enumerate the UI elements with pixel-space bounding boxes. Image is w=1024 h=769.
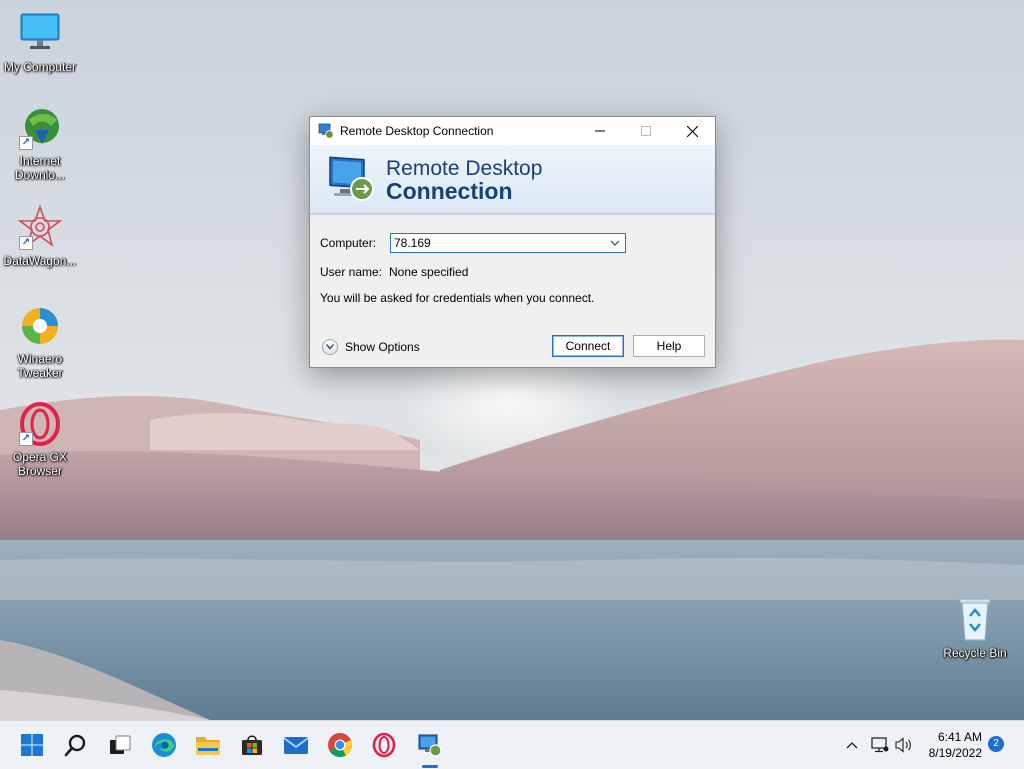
minimize-icon xyxy=(595,130,605,132)
mail-icon xyxy=(283,737,309,754)
username-value: None specified xyxy=(389,265,469,279)
desktop-icon-recycle-bin[interactable]: Recycle Bin xyxy=(935,596,1015,660)
datawagon-icon: ↗ xyxy=(15,204,65,252)
desktop-icon-label: Internet Downlo... xyxy=(14,154,66,182)
clock-date: 8/19/2022 xyxy=(928,746,982,760)
clock-time: 6:41 AM xyxy=(937,730,982,744)
shortcut-arrow-icon: ↗ xyxy=(19,432,33,446)
remote-desktop-dialog: Remote Desktop Connection Remote Desktop… xyxy=(309,116,716,368)
search-button[interactable] xyxy=(60,729,92,761)
opera-gx-icon: ↗ xyxy=(15,400,65,448)
task-view-icon xyxy=(110,735,131,754)
opera-gx-button[interactable] xyxy=(368,729,400,761)
notification-badge[interactable]: 2 xyxy=(988,736,1004,752)
edge-button[interactable] xyxy=(148,729,180,761)
maximize-button xyxy=(623,117,669,145)
computer-input[interactable] xyxy=(391,234,604,252)
expand-circle-icon xyxy=(322,339,338,355)
show-options-toggle[interactable]: Show Options xyxy=(322,339,420,355)
chrome-icon xyxy=(328,733,353,758)
desktop-icon-my-computer[interactable]: My Computer xyxy=(0,10,80,74)
network-button[interactable] xyxy=(870,735,890,755)
chevron-up-icon xyxy=(846,742,858,749)
desktop-icon-label: Recycle Bin xyxy=(943,646,1007,660)
taskbar: 6:41 AM 8/19/2022 xyxy=(0,720,1024,769)
mail-button[interactable] xyxy=(280,729,312,761)
remote-desktop-icon xyxy=(418,734,442,757)
desktop-icon-datawagon[interactable]: ↗ DataWagon... xyxy=(0,204,80,268)
dialog-titlebar[interactable]: Remote Desktop Connection xyxy=(310,117,715,145)
edge-icon xyxy=(152,733,176,757)
taskbar-clock[interactable]: 6:41 AM 8/19/2022 xyxy=(929,729,982,761)
desktop-icon-label: Opera GX Browser xyxy=(12,450,68,478)
close-icon xyxy=(686,125,698,137)
remote-desktop-logo-icon xyxy=(329,156,374,201)
start-button[interactable] xyxy=(16,729,48,761)
show-options-label: Show Options xyxy=(345,340,420,354)
computer-label: Computer: xyxy=(320,236,377,250)
close-button[interactable] xyxy=(669,117,715,145)
volume-button[interactable] xyxy=(894,735,914,755)
opera-gx-icon xyxy=(372,732,396,758)
file-explorer-button[interactable] xyxy=(192,729,224,761)
network-icon xyxy=(871,737,889,753)
store-icon xyxy=(242,735,262,755)
maximize-icon xyxy=(641,126,651,136)
remote-desktop-taskbar-button[interactable] xyxy=(414,729,446,761)
shortcut-arrow-icon: ↗ xyxy=(19,236,33,250)
file-explorer-icon xyxy=(196,737,220,755)
recycle-bin-icon xyxy=(950,596,1000,644)
desktop-icon-label: Winaero Tweaker xyxy=(17,352,63,380)
shortcut-arrow-icon: ↗ xyxy=(19,136,33,150)
show-hidden-icons-button[interactable] xyxy=(842,735,862,755)
chrome-button[interactable] xyxy=(324,729,356,761)
chevron-down-icon[interactable] xyxy=(609,236,621,250)
desktop-icon-opera-gx[interactable]: ↗ Opera GX Browser xyxy=(0,400,80,478)
desktop-icon-winaero-tweaker[interactable]: Winaero Tweaker xyxy=(0,302,80,380)
desktop-icon-internet-download-manager[interactable]: ↗ Internet Downlo... xyxy=(0,104,80,182)
winaero-tweaker-icon xyxy=(15,302,65,350)
username-label: User name: xyxy=(320,265,383,279)
help-button[interactable]: Help xyxy=(633,335,705,357)
credentials-note: You will be asked for credentials when y… xyxy=(320,291,595,305)
minimize-button[interactable] xyxy=(577,117,623,145)
computer-combobox[interactable] xyxy=(390,233,626,253)
store-button[interactable] xyxy=(236,729,268,761)
monitor-icon xyxy=(15,10,65,58)
dialog-body: Computer: User name: None specified You … xyxy=(310,215,715,365)
search-icon xyxy=(64,734,86,757)
desktop-icon-label: My Computer xyxy=(3,60,77,74)
task-view-button[interactable] xyxy=(104,729,136,761)
remote-desktop-app-icon xyxy=(318,123,334,139)
desktop-icon-label: DataWagon... xyxy=(3,254,77,268)
dialog-banner: Remote Desktop Connection xyxy=(310,145,715,215)
start-icon xyxy=(21,734,43,756)
banner-title-line2: Connection xyxy=(386,178,513,204)
speaker-icon xyxy=(895,737,911,753)
connect-button[interactable]: Connect xyxy=(552,335,624,357)
internet-download-manager-icon: ↗ xyxy=(15,104,65,152)
dialog-title: Remote Desktop Connection xyxy=(340,124,494,138)
